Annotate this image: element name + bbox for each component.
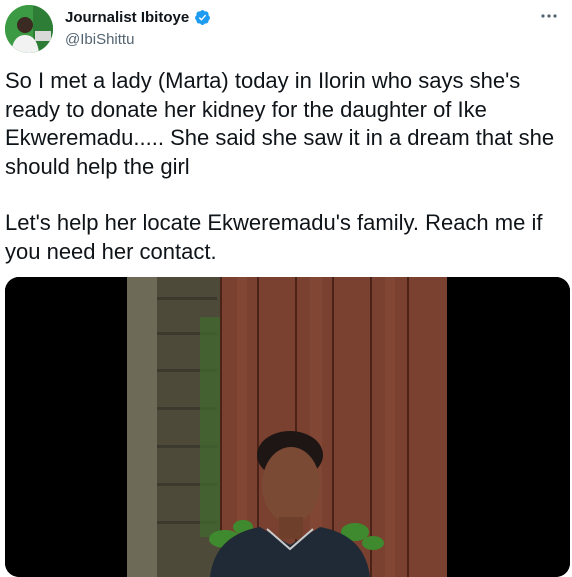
tweet-paragraph-1: So I met a lady (Marta) today in Ilorin … [5, 68, 555, 179]
avatar[interactable] [5, 5, 53, 53]
verified-badge-icon [195, 10, 211, 25]
more-options-icon[interactable] [536, 6, 562, 26]
avatar-image [5, 5, 53, 53]
tweet-video[interactable] [5, 277, 570, 577]
author-name[interactable]: Journalist Ibitoye [65, 9, 189, 26]
tweet-text: So I met a lady (Marta) today in Ilorin … [5, 67, 565, 266]
tweet-paragraph-2: Let's help her locate Ekweremadu's famil… [5, 210, 543, 264]
video-frame [5, 277, 570, 577]
author-handle[interactable]: @IbiShittu [65, 31, 134, 48]
